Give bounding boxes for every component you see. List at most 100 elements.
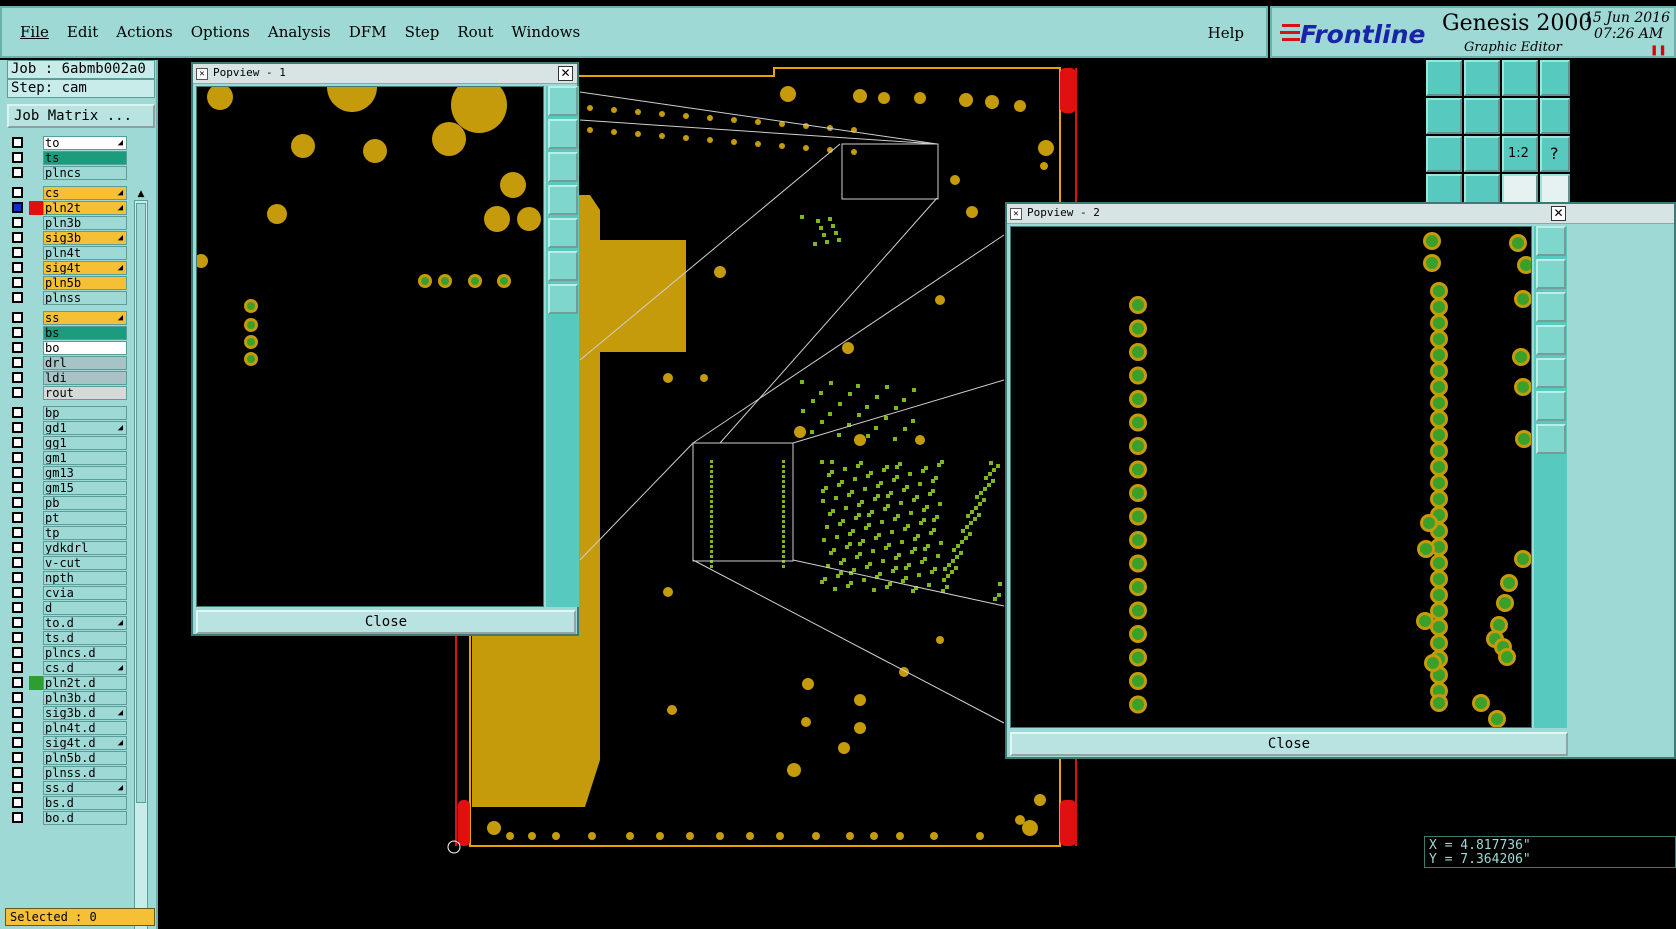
layer-row-sig4t[interactable]: sig4t ◢ — [7, 261, 131, 275]
layer-checkbox[interactable] — [12, 692, 23, 703]
layer-row-sig3b-d[interactable]: sig3b.d ◢ — [7, 706, 131, 720]
layer-name[interactable]: gm15 — [43, 481, 127, 495]
layer-name[interactable]: tp — [43, 526, 127, 540]
popview-1-close-button[interactable]: Close — [196, 610, 576, 634]
layer-name[interactable]: bo.d — [43, 811, 127, 825]
pv1-center-icon[interactable] — [548, 284, 578, 314]
layer-name[interactable]: sig3b.d ◢ — [43, 706, 127, 720]
layer-name[interactable]: pb — [43, 496, 127, 510]
zoom-next-icon[interactable] — [1464, 60, 1500, 96]
pv2-pan-left-icon[interactable] — [1536, 325, 1566, 355]
menu-rout[interactable]: Rout — [457, 23, 493, 41]
layer-row-bs[interactable]: bs — [7, 326, 131, 340]
layer-row-pln4t[interactable]: pln4t — [7, 246, 131, 260]
layer-name[interactable]: v-cut — [43, 556, 127, 570]
layer-row-cs[interactable]: cs ◢ — [7, 186, 131, 200]
layer-checkbox[interactable] — [12, 342, 23, 353]
layer-name[interactable]: d — [43, 601, 127, 615]
layer-checkbox[interactable] — [12, 812, 23, 823]
pv2-zoom-in-icon[interactable] — [1536, 226, 1566, 256]
layer-checkbox[interactable] — [12, 752, 23, 763]
layer-row-bs-d[interactable]: bs.d — [7, 796, 131, 810]
popview-2-close-button[interactable]: Close — [1010, 732, 1568, 756]
layer-row-pln5b-d[interactable]: pln5b.d — [7, 751, 131, 765]
snap-icon[interactable] — [1540, 98, 1570, 134]
layer-name[interactable]: bs.d — [43, 796, 127, 810]
popview-1-title[interactable]: ✕ Popview - 1 — [193, 64, 577, 84]
pv1-zoom-up-icon[interactable] — [548, 119, 578, 149]
scroll-up-icon[interactable]: ▲ — [134, 188, 148, 200]
layer-checkbox[interactable] — [12, 407, 23, 418]
menu-windows[interactable]: Windows — [511, 23, 580, 41]
layer-row-gm13[interactable]: gm13 — [7, 466, 131, 480]
layer-checkbox[interactable] — [12, 152, 23, 163]
pv2-center-icon[interactable] — [1536, 424, 1566, 454]
layer-row-plnss-d[interactable]: plnss.d — [7, 766, 131, 780]
pv1-fit-icon[interactable] — [548, 251, 578, 281]
layer-name[interactable]: sig4t ◢ — [43, 261, 127, 275]
measure-icon[interactable] — [1426, 174, 1462, 204]
layer-name[interactable]: pln5b.d — [43, 751, 127, 765]
layer-checkbox[interactable] — [12, 632, 23, 643]
layer-row-drl[interactable]: drl — [7, 356, 131, 370]
layer-checkbox[interactable] — [12, 767, 23, 778]
layer-checkbox[interactable] — [12, 167, 23, 178]
layer-name[interactable]: pln4t.d — [43, 721, 127, 735]
layer-name[interactable]: cs.d ◢ — [43, 661, 127, 675]
layer-checkbox[interactable] — [12, 512, 23, 523]
layer-checkbox[interactable] — [12, 247, 23, 258]
layer-checkbox[interactable] — [12, 387, 23, 398]
layer-row-to[interactable]: to ◢ — [7, 136, 131, 150]
grid-icon[interactable] — [1464, 174, 1500, 204]
layer-row-pln2t[interactable]: pln2t ◢ — [7, 201, 131, 215]
layer-checkbox[interactable] — [12, 312, 23, 323]
layer-checkbox[interactable] — [12, 527, 23, 538]
layer-name[interactable]: ts.d — [43, 631, 127, 645]
scale-1-2-icon[interactable]: 1:2 — [1502, 136, 1538, 172]
layer-name[interactable]: ydkdrl — [43, 541, 127, 555]
layer-name[interactable]: to ◢ — [43, 136, 127, 150]
layer-checkbox[interactable] — [12, 372, 23, 383]
layer-name[interactable]: gm1 — [43, 451, 127, 465]
layer-checkbox[interactable] — [12, 277, 23, 288]
layer-name[interactable]: npth — [43, 571, 127, 585]
layer-row-gm1[interactable]: gm1 — [7, 451, 131, 465]
layer-checkbox[interactable] — [12, 782, 23, 793]
layer-checkbox[interactable] — [12, 187, 23, 198]
layer-row-pt[interactable]: pt — [7, 511, 131, 525]
menu-edit[interactable]: Edit — [67, 23, 98, 41]
layer-checkbox[interactable] — [12, 422, 23, 433]
popview-2-canvas[interactable] — [1010, 226, 1532, 728]
layer-checkbox[interactable] — [12, 292, 23, 303]
layer-name[interactable]: pln5b — [43, 276, 127, 290]
layer-row-gd1[interactable]: gd1 ◢ — [7, 421, 131, 435]
layer-checkbox[interactable] — [12, 217, 23, 228]
layer-name[interactable]: sig4t.d ◢ — [43, 736, 127, 750]
layer-checkbox[interactable] — [12, 467, 23, 478]
layer-name[interactable]: plnss.d — [43, 766, 127, 780]
popview-2-title[interactable]: ✕ Popview - 2 — [1007, 204, 1674, 224]
layer-name[interactable]: pt — [43, 511, 127, 525]
layer-row-gg1[interactable]: gg1 — [7, 436, 131, 450]
layer-checkbox[interactable] — [12, 647, 23, 658]
menu-step[interactable]: Step — [405, 23, 440, 41]
layer-row-ldi[interactable]: ldi — [7, 371, 131, 385]
layer-name[interactable]: ts — [43, 151, 127, 165]
layer-row-sig4t-d[interactable]: sig4t.d ◢ — [7, 736, 131, 750]
layer-name[interactable]: pln3b — [43, 216, 127, 230]
zoom-prev-icon[interactable] — [1426, 60, 1462, 96]
layer-checkbox[interactable] — [12, 737, 23, 748]
layer-name[interactable]: plncs — [43, 166, 127, 180]
layer-name[interactable]: gd1 ◢ — [43, 421, 127, 435]
layer-name[interactable]: plnss — [43, 291, 127, 305]
layer-checkbox[interactable] — [12, 452, 23, 463]
layer-checkbox[interactable] — [12, 662, 23, 673]
layer-row-rout[interactable]: rout — [7, 386, 131, 400]
layer-checkbox[interactable] — [12, 262, 23, 273]
layer-checkbox[interactable] — [12, 707, 23, 718]
scrollbar-thumb[interactable] — [136, 203, 146, 803]
layer-name[interactable]: plncs.d — [43, 646, 127, 660]
layer-name[interactable]: pln2t ◢ — [43, 201, 127, 215]
mirror-icon[interactable] — [1502, 98, 1538, 134]
layer-row-pln3b-d[interactable]: pln3b.d — [7, 691, 131, 705]
